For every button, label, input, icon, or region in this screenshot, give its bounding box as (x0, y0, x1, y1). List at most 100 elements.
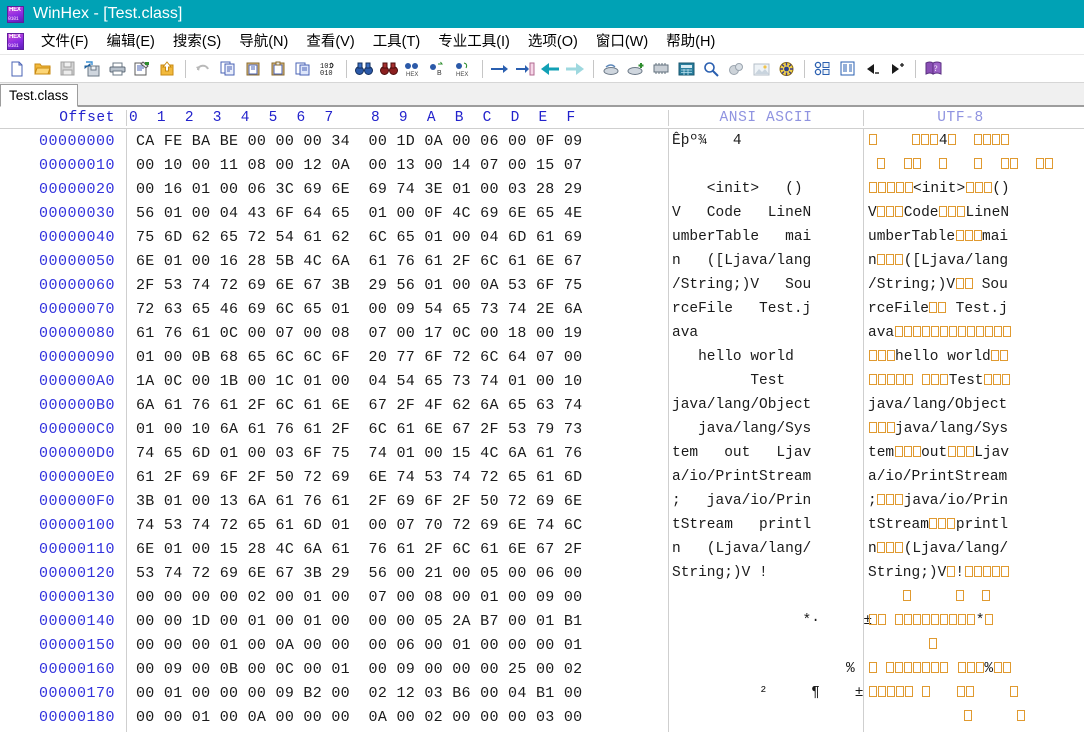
row-ansi-text[interactable]: Test (668, 373, 863, 389)
row-ansi-text[interactable]: umberTable mai (668, 229, 863, 245)
row-hex-bytes[interactable]: 00 09 00 0B 00 0C 00 01 00 09 00 00 00 2… (126, 661, 668, 678)
export-icon[interactable] (156, 58, 178, 80)
hex-editor-view[interactable]: Offset 0 1 2 3 4 5 6 7 8 9 A B C D E F A… (0, 107, 1084, 732)
row-utf8-text[interactable]: ; java/io/Prin (863, 493, 1071, 509)
hex-row[interactable]: 00000050 6E 01 00 16 28 5B 4C 6A 61 76 61… (0, 249, 1084, 273)
row-ansi-text[interactable]: java/lang/Object (668, 397, 863, 413)
row-ansi-text[interactable]: *· ± (668, 613, 873, 629)
row-hex-bytes[interactable]: 6A 61 76 61 2F 6C 61 6E 67 2F 4F 62 6A 6… (126, 397, 668, 414)
menu-search[interactable]: 搜索(S) (164, 28, 230, 54)
hex-row[interactable]: 000000E0 61 2F 69 6F 2F 50 72 69 6E 74 53… (0, 465, 1084, 489)
row-hex-bytes[interactable]: 61 76 61 0C 00 07 00 08 07 00 17 0C 00 1… (126, 325, 668, 342)
properties-icon[interactable] (131, 58, 153, 80)
row-hex-bytes[interactable]: 00 00 00 01 00 0A 00 00 00 06 00 01 00 0… (126, 637, 668, 654)
row-hex-bytes[interactable]: 61 2F 69 6F 2F 50 72 69 6E 74 53 74 72 6… (126, 469, 668, 486)
row-utf8-text[interactable]: a/io/PrintStream (863, 469, 1071, 485)
hex-row[interactable]: 00000030 56 01 00 04 43 6F 64 65 01 00 0F… (0, 201, 1084, 225)
hex-row[interactable]: 00000130 00 00 00 00 02 00 01 00 07 00 08… (0, 585, 1084, 609)
open-folder-icon[interactable] (31, 58, 53, 80)
hex-row[interactable]: 00000100 74 53 74 72 65 61 6D 01 00 07 70… (0, 513, 1084, 537)
row-hex-bytes[interactable]: 00 00 1D 00 01 00 01 00 00 00 05 2A B7 0… (126, 613, 668, 630)
row-utf8-text[interactable] (863, 685, 1071, 701)
save-as-icon[interactable] (81, 58, 103, 80)
row-utf8-text[interactable]: <init>() (863, 181, 1071, 197)
row-ansi-text[interactable]: ² ¶ ± (668, 685, 863, 701)
row-hex-bytes[interactable]: 00 10 00 11 08 00 12 0A 00 13 00 14 07 0… (126, 157, 668, 174)
row-ansi-text[interactable]: rceFile Test.j (668, 301, 863, 317)
document-icon[interactable] (7, 32, 24, 50)
binary-101-icon[interactable]: 101 010 (317, 58, 339, 80)
row-hex-bytes[interactable]: 6E 01 00 16 28 5B 4C 6A 61 76 61 2F 6C 6… (126, 253, 668, 270)
row-hex-bytes[interactable]: 1A 0C 00 1B 00 1C 01 00 04 54 65 73 74 0… (126, 373, 668, 390)
find-red-binoculars-icon[interactable] (378, 58, 400, 80)
open-disk-plus-icon[interactable] (625, 58, 647, 80)
print-icon[interactable] (106, 58, 128, 80)
case-data-icon[interactable] (811, 58, 833, 80)
hex-row[interactable]: 00000010 00 10 00 11 08 00 12 0A 00 13 00… (0, 153, 1084, 177)
menu-window[interactable]: 窗口(W) (587, 28, 657, 54)
hex-row[interactable]: 00000020 00 16 01 00 06 3C 69 6E 69 74 3E… (0, 177, 1084, 201)
menu-edit[interactable]: 编辑(E) (98, 28, 164, 54)
row-ansi-text[interactable]: a/io/PrintStream (668, 469, 863, 485)
find-binoculars-icon[interactable] (353, 58, 375, 80)
row-ansi-text[interactable]: <init> () (668, 181, 863, 197)
hex-row[interactable]: 00000180 00 00 01 00 0A 00 00 00 0A 00 02… (0, 705, 1084, 729)
calculator-icon[interactable] (675, 58, 697, 80)
row-ansi-text[interactable]: ava (668, 325, 863, 341)
row-ansi-text[interactable]: hello world (668, 349, 863, 365)
row-utf8-text[interactable]: n ([Ljava/lang (863, 253, 1071, 269)
row-utf8-text[interactable]: 4 (863, 133, 1071, 149)
row-utf8-text[interactable]: rceFile Test.j (863, 301, 1071, 317)
copy-icon[interactable] (217, 58, 239, 80)
row-utf8-text[interactable] (863, 709, 1071, 725)
gallery-icon[interactable] (750, 58, 772, 80)
hex-row[interactable]: 00000040 75 6D 62 65 72 54 61 62 6C 65 01… (0, 225, 1084, 249)
row-hex-bytes[interactable]: 00 00 01 00 0A 00 00 00 0A 00 02 00 00 0… (126, 709, 668, 726)
row-ansi-text[interactable]: % (668, 661, 863, 677)
tab-test-class[interactable]: Test.class (0, 84, 79, 107)
hex-row[interactable]: 00000160 00 09 00 0B 00 0C 00 01 00 09 00… (0, 657, 1084, 681)
row-utf8-text[interactable]: umberTable mai (863, 229, 1071, 245)
hex-row[interactable]: 00000110 6E 01 00 15 28 4C 6A 61 76 61 2F… (0, 537, 1084, 561)
hex-row[interactable]: 00000090 01 00 0B 68 65 6C 6C 6F 20 77 6F… (0, 345, 1084, 369)
paste-clipboard-icon[interactable] (242, 58, 264, 80)
menu-tools[interactable]: 工具(T) (364, 28, 430, 54)
row-ansi-text[interactable]: n (Ljava/lang/ (668, 541, 863, 557)
row-ansi-text[interactable]: Êþº¾ 4 (668, 133, 863, 149)
row-hex-bytes[interactable]: 00 00 00 00 02 00 01 00 07 00 08 00 01 0… (126, 589, 668, 606)
row-utf8-text[interactable]: String;)V! (863, 565, 1071, 581)
goto-arrow-icon[interactable] (489, 58, 511, 80)
menu-file[interactable]: 文件(F) (32, 28, 98, 54)
row-ansi-text[interactable]: n ([Ljava/lang (668, 253, 863, 269)
hex-row[interactable]: 000000D0 74 65 6D 01 00 03 6F 75 74 01 00… (0, 441, 1084, 465)
row-hex-bytes[interactable]: 74 65 6D 01 00 03 6F 75 74 01 00 15 4C 6… (126, 445, 668, 462)
back-arrow-icon[interactable] (539, 58, 561, 80)
row-utf8-text[interactable] (863, 637, 1071, 653)
hex-row[interactable]: 00000070 72 63 65 46 69 6C 65 01 00 09 54… (0, 297, 1084, 321)
menu-navigation[interactable]: 导航(N) (230, 28, 297, 54)
save-disk-icon[interactable] (56, 58, 78, 80)
replace-text-icon[interactable]: B (428, 58, 450, 80)
hex-converter-icon[interactable] (775, 58, 797, 80)
row-ansi-text[interactable]: tem out Ljav (668, 445, 863, 461)
hex-row[interactable]: 00000140 00 00 1D 00 01 00 01 00 00 00 05… (0, 609, 1084, 633)
row-utf8-text[interactable]: Test (863, 373, 1071, 389)
row-utf8-text[interactable]: java/lang/Object (863, 397, 1071, 413)
paste-icon[interactable] (267, 58, 289, 80)
row-ansi-text[interactable]: V Code LineN (668, 205, 863, 221)
find-hex-icon[interactable]: HEX (403, 58, 425, 80)
row-hex-bytes[interactable]: 6E 01 00 15 28 4C 6A 61 76 61 2F 6C 61 6… (126, 541, 668, 558)
row-ansi-text[interactable]: /String;)V Sou (668, 277, 863, 293)
row-hex-bytes[interactable]: 3B 01 00 13 6A 61 76 61 2F 69 6F 2F 50 7… (126, 493, 668, 510)
row-hex-bytes[interactable]: 75 6D 62 65 72 54 61 62 6C 65 01 00 04 6… (126, 229, 668, 246)
row-utf8-text[interactable]: tStream printl (863, 517, 1071, 533)
open-ram-icon[interactable] (650, 58, 672, 80)
forward-arrow-icon[interactable] (564, 58, 586, 80)
row-hex-bytes[interactable]: 00 16 01 00 06 3C 69 6E 69 74 3E 01 00 0… (126, 181, 668, 198)
row-ansi-text[interactable]: java/lang/Sys (668, 421, 863, 437)
report-icon[interactable] (836, 58, 858, 80)
row-utf8-text[interactable]: ava (863, 325, 1071, 341)
open-disk-icon[interactable] (600, 58, 622, 80)
row-ansi-text[interactable]: tStream printl (668, 517, 863, 533)
hex-row[interactable]: 00000120 53 74 72 69 6E 67 3B 29 56 00 21… (0, 561, 1084, 585)
